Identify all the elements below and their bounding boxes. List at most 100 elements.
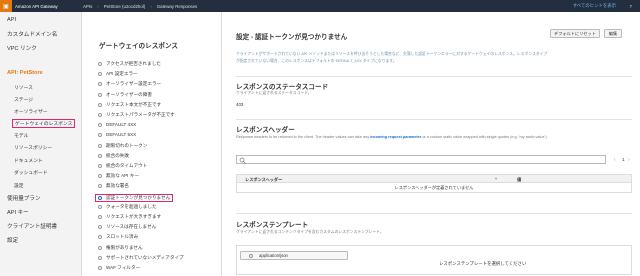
response-radio-option[interactable]: 認証トークンが見つかりません xyxy=(95,193,174,202)
page-number: 1 xyxy=(622,157,625,162)
response-radio-option[interactable]: DEFAULT 4XX xyxy=(98,122,136,127)
nav-vpc-link[interactable]: VPC リンク xyxy=(7,44,37,52)
response-radio-option[interactable]: 無効な API キー xyxy=(98,173,139,179)
response-radio-option[interactable]: 統合の失敗 xyxy=(98,153,129,159)
radio-button-icon[interactable] xyxy=(98,132,102,137)
radio-button-icon[interactable] xyxy=(98,72,102,77)
incoming-request-parameter-link[interactable]: incoming request parameter xyxy=(370,135,421,139)
radio-button-icon[interactable] xyxy=(98,113,102,117)
detail-title: 設定 - 認証トークンが見つかりません xyxy=(236,34,348,41)
response-radio-option[interactable]: オーソライザーの障害 xyxy=(98,92,152,98)
nav-authorizers[interactable]: オーソライザー xyxy=(14,108,48,115)
radio-button-icon[interactable] xyxy=(98,174,102,179)
radio-button-icon[interactable] xyxy=(98,255,102,260)
radio-button-icon[interactable] xyxy=(98,235,102,240)
response-radio-option[interactable]: 無効な署名 xyxy=(98,183,129,189)
templates-description: クライアントに返されるコンテンツタイプを含むカスタムのレスポンステンプレート。 xyxy=(236,230,384,234)
response-option-label: 無効な API キー xyxy=(106,173,139,179)
radio-button-icon[interactable] xyxy=(98,204,102,209)
section-divider xyxy=(236,119,632,120)
nav-settings[interactable]: 設定 xyxy=(14,182,24,189)
radio-button-icon[interactable] xyxy=(98,164,102,168)
nav-usage-plans[interactable]: 使用量プラン xyxy=(7,194,41,202)
response-option-label: DEFAULT 4XX xyxy=(106,122,137,128)
nav-models[interactable]: モデル xyxy=(14,132,28,139)
nav-api[interactable]: API xyxy=(7,17,16,23)
nav-api-keys[interactable]: API キー xyxy=(7,208,29,216)
page-prev-icon[interactable]: ‹ xyxy=(614,157,616,163)
response-radio-option[interactable]: オーソライザー設定エラー xyxy=(98,81,161,87)
templates-empty-message: レスポンステンプレートを選択してください xyxy=(439,261,527,266)
headers-description: Response headers to be returned to the c… xyxy=(236,135,548,139)
aws-logo-icon: ▣ xyxy=(0,0,12,12)
radio-button-icon[interactable] xyxy=(98,92,102,97)
response-radio-option[interactable]: アクセスが拒否されました xyxy=(98,61,161,67)
headers-table-header: レスポンスヘッダー ▾ 値 xyxy=(236,174,632,183)
radio-button-icon[interactable] xyxy=(98,82,102,87)
radio-button-icon[interactable] xyxy=(98,184,102,189)
radio-button-icon[interactable] xyxy=(98,122,102,127)
response-option-label: 無効な署名 xyxy=(106,183,129,189)
reset-to-default-button[interactable]: デフォルトにリセット xyxy=(550,29,600,38)
sort-icon[interactable]: ▾ xyxy=(495,176,497,181)
radio-button-icon[interactable] xyxy=(98,266,102,270)
response-radio-option[interactable]: リソースは存在しません xyxy=(98,224,156,230)
response-radio-option[interactable]: API 設定エラー xyxy=(98,71,138,77)
gateway-responses-list: ゲートウェイのレスポンス アクセスが拒否されました API 設定エラーオーソライザ… xyxy=(82,12,222,276)
response-option-label: 統合のタイムアウト xyxy=(106,163,148,168)
response-radio-option[interactable]: リクエストパラメータが不正です xyxy=(98,112,175,118)
page-next-icon[interactable]: › xyxy=(628,157,630,163)
templates-box: レスポンステンプレートを選択してください xyxy=(236,245,632,275)
responses-list-title: ゲートウェイのレスポンス xyxy=(99,43,178,50)
breadcrumb-apis[interactable]: APIs xyxy=(83,4,92,9)
radio-button-icon[interactable] xyxy=(98,245,102,250)
radio-button-icon[interactable] xyxy=(98,62,102,66)
response-radio-option[interactable]: DEFAULT 5XX xyxy=(98,132,136,137)
show-all-hints-link[interactable]: すべてのヒントを表示 xyxy=(573,3,616,9)
nav-client-certificates[interactable]: クライアント証明書 xyxy=(7,222,57,230)
nav-documentation[interactable]: ドキュメント xyxy=(14,157,43,164)
status-code-title: レスポンスのステータスコード xyxy=(236,84,329,91)
response-radio-option[interactable]: リクエスト本文が不正です xyxy=(98,102,161,108)
radio-button-icon[interactable] xyxy=(98,153,102,158)
radio-button-icon[interactable] xyxy=(98,143,102,148)
response-option-label: クォータを超過しました xyxy=(106,203,157,209)
radio-button-icon[interactable] xyxy=(98,195,102,200)
response-radio-option[interactable]: WAF フィルター xyxy=(98,265,140,271)
app-name[interactable]: Amazon API Gateway xyxy=(15,4,83,9)
response-radio-option[interactable]: サポートされていないメディアタイプ xyxy=(98,255,184,261)
response-option-label: WAF フィルター xyxy=(106,265,141,270)
nav-stages[interactable]: ステージ xyxy=(14,96,33,103)
headers-search-input[interactable] xyxy=(236,155,606,164)
response-option-label: DEFAULT 5XX xyxy=(106,132,137,138)
response-radio-option[interactable]: 期限切れのトークン xyxy=(98,143,147,149)
response-option-label: 認証トークンが見つかりません xyxy=(106,194,171,200)
nav-resource-policy[interactable]: リソースポリシー xyxy=(14,144,52,151)
response-radio-option[interactable]: クォータを超過しました xyxy=(98,204,157,210)
response-radio-option[interactable]: スロットル済み xyxy=(98,234,138,240)
breadcrumb-petstore[interactable]: PetStore (u2ocd2hol) xyxy=(104,4,146,9)
response-option-label: 権限がありません xyxy=(106,244,143,250)
help-icon[interactable]: ? xyxy=(630,4,632,9)
nav-settings-global[interactable]: 設定 xyxy=(7,236,18,244)
template-radio-icon[interactable] xyxy=(249,254,253,258)
nav-dashboard[interactable]: ダッシュボード xyxy=(14,169,48,176)
section-divider xyxy=(236,76,632,77)
response-radio-option[interactable]: リクエストが大きすぎます xyxy=(98,214,161,220)
radio-button-icon[interactable] xyxy=(98,215,102,219)
detail-description-line1: クライアントがサポートされていない API メソッドまたはリソースを呼び出そうと… xyxy=(236,52,548,56)
nav-api-label[interactable]: API: PetStore xyxy=(7,70,43,76)
nav-resources[interactable]: リソース xyxy=(14,84,33,91)
radio-button-icon[interactable] xyxy=(98,225,102,230)
response-radio-option[interactable]: 統合のタイムアウト xyxy=(98,163,147,169)
edit-button[interactable]: 編集 xyxy=(604,29,622,38)
status-code-value: 403 xyxy=(236,102,244,107)
nav-custom-domain[interactable]: カスタムドメイン名 xyxy=(7,30,57,38)
template-item-application-json[interactable]: application/json xyxy=(240,251,348,260)
response-option-label: リクエストが大きすぎます xyxy=(106,214,162,219)
nav-gateway-responses[interactable]: ゲートウェイのレスポンス xyxy=(12,119,76,128)
radio-button-icon[interactable] xyxy=(98,102,102,107)
response-radio-option[interactable]: 権限がありません xyxy=(98,245,143,251)
response-option-label: オーソライザー設定エラー xyxy=(106,81,162,87)
response-option-label: スロットル済み xyxy=(106,234,139,240)
